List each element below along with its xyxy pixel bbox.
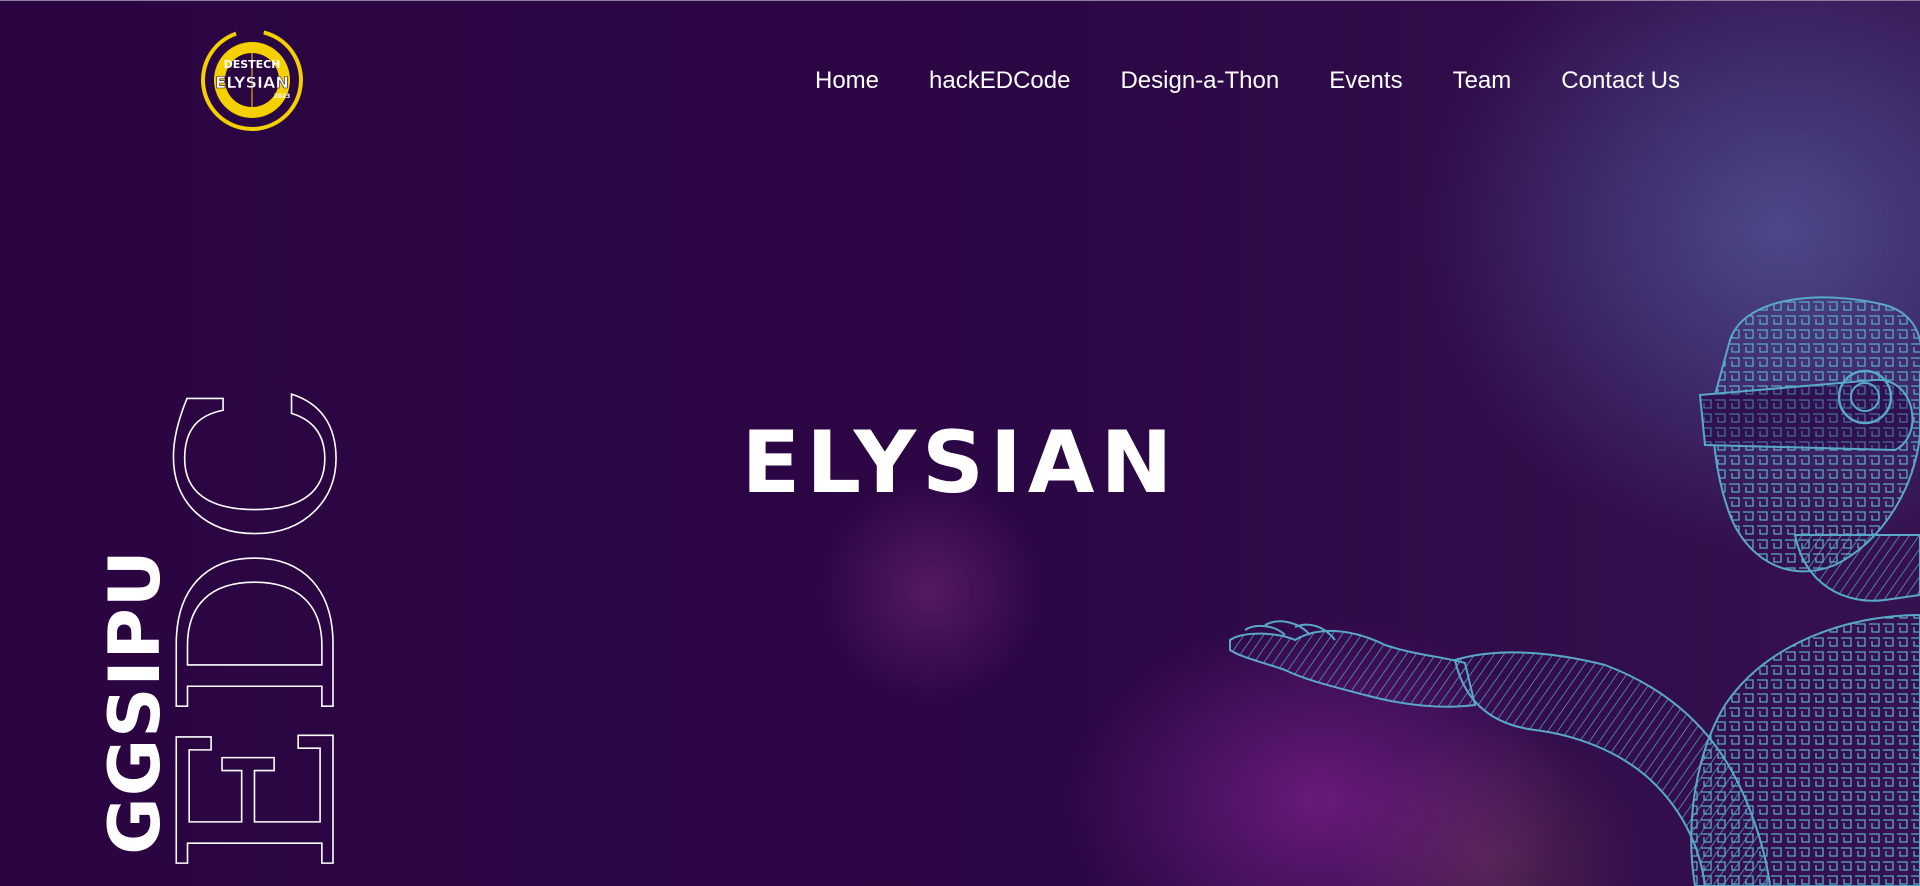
- nav-home-link[interactable]: Home: [815, 66, 879, 96]
- nav-events-link[interactable]: Events: [1329, 66, 1402, 96]
- hero-title: ELYSIAN: [700, 413, 1220, 513]
- nav-design-a-thon-link[interactable]: Design-a-Thon: [1120, 66, 1279, 96]
- logo-top-text: DESTECH: [224, 58, 281, 71]
- nav-team-link[interactable]: Team: [1453, 66, 1512, 96]
- nav-hackedcode-link[interactable]: hackEDCode: [929, 66, 1070, 96]
- site-logo[interactable]: DESTECH ELYSIAN 2023: [200, 28, 304, 132]
- nav-contact-us-link[interactable]: Contact Us: [1561, 66, 1680, 96]
- vertical-edc-text: EDC: [155, 381, 355, 875]
- logo-main-text: ELYSIAN: [215, 73, 288, 92]
- logo-sub-text: 2023: [274, 93, 291, 100]
- top-border-line: [0, 0, 1920, 1]
- robot-wireframe-icon: [1229, 296, 1920, 886]
- hero-title-text: ELYSIAN: [741, 413, 1179, 513]
- main-nav: Home hackEDCode Design-a-Thon Events Tea…: [815, 66, 1680, 96]
- vertical-edc-outline: EDC: [155, 380, 355, 875]
- elysian-logo-icon: DESTECH ELYSIAN 2023: [201, 29, 303, 131]
